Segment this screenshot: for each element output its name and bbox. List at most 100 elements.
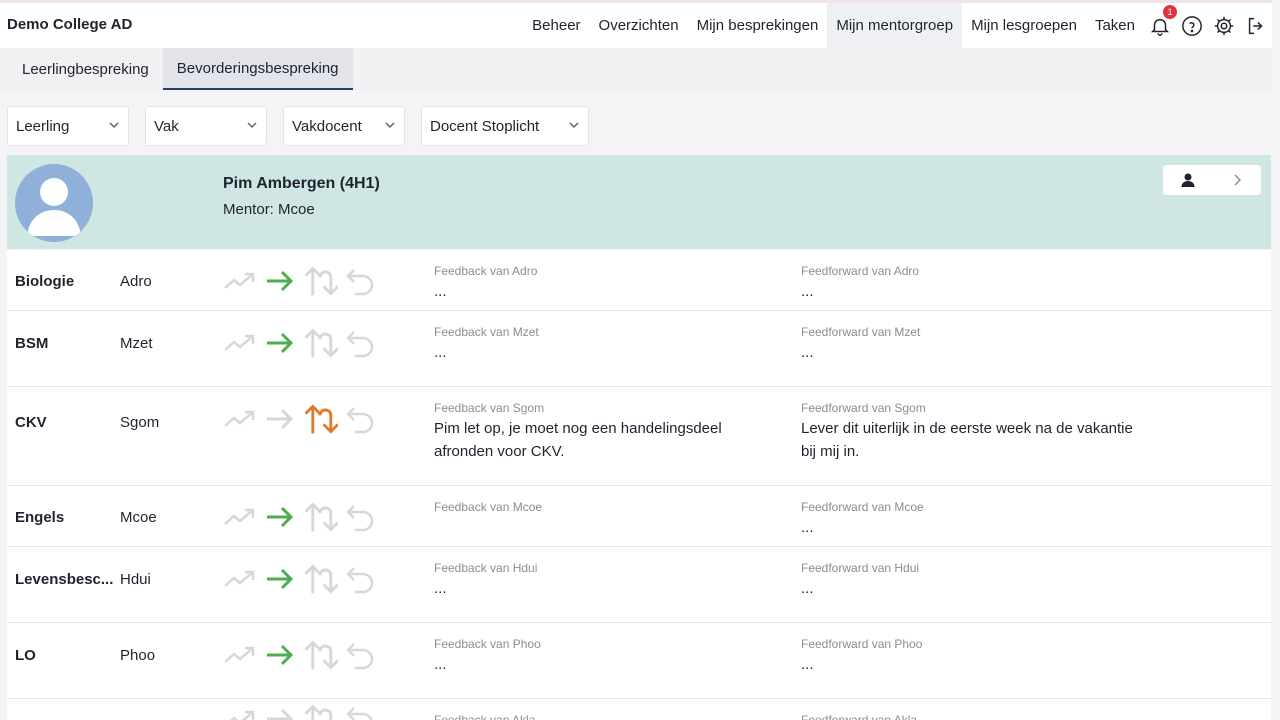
tab-bar: Leerlingbespreking Bevorderingsbesprekin… — [0, 48, 1272, 90]
trend-up-icon[interactable] — [222, 637, 258, 673]
feedforward-label: Feedforward van Akla — [801, 713, 918, 720]
filter-label: Vakdocent — [292, 117, 362, 135]
teacher-name: Mcoe — [120, 509, 157, 526]
teacher-name: Adro — [120, 273, 152, 290]
subject-name: CKV — [15, 414, 47, 431]
trend-up-icon[interactable] — [222, 263, 258, 299]
chevron-down-icon — [384, 118, 396, 135]
arrow-right-icon[interactable] — [262, 401, 298, 437]
nav-mijn-mentorgroep[interactable]: Mijn mentorgroep — [827, 3, 963, 48]
filter-vakdocent[interactable]: Vakdocent — [283, 106, 405, 146]
feedforward-label: Feedforward van Mzet — [801, 325, 921, 339]
undo-icon[interactable] — [342, 637, 378, 673]
subject-name: BSM — [15, 335, 49, 352]
teacher-name: Hdui — [120, 571, 151, 588]
nav-taken[interactable]: Taken — [1086, 3, 1144, 48]
filter-bar: Leerling Vak Vakdocent Docent Stoplicht — [7, 106, 589, 146]
up-down-arrows-icon[interactable] — [302, 499, 338, 535]
logout-button[interactable] — [1240, 3, 1272, 48]
nav-mijn-besprekingen[interactable]: Mijn besprekingen — [688, 3, 828, 48]
nav-mijn-lesgroepen[interactable]: Mijn lesgroepen — [962, 3, 1086, 48]
table-row: Feedback van Akla Feedforward van Akla — [7, 699, 1271, 720]
feedforward-label: Feedforward van Mcoe — [801, 500, 924, 514]
feedback-text: ... — [434, 580, 447, 597]
filter-label: Leerling — [16, 117, 70, 135]
feedforward-text: Lever dit uiterlijk in de eerste week na… — [801, 420, 1133, 460]
undo-icon[interactable] — [342, 401, 378, 437]
up-down-arrows-icon[interactable] — [302, 325, 338, 361]
arrow-right-icon[interactable] — [262, 701, 298, 720]
up-down-arrows-icon[interactable] — [302, 561, 338, 597]
arrow-right-icon[interactable] — [262, 325, 298, 361]
student-mentor: Mentor: Mcoe — [223, 201, 315, 218]
feedback-text: ... — [434, 656, 447, 673]
up-down-arrows-icon[interactable] — [302, 263, 338, 299]
status-icons — [222, 637, 378, 673]
chevron-down-icon — [108, 118, 120, 135]
chevron-right-icon — [1234, 174, 1241, 186]
chevron-down-icon — [568, 118, 580, 135]
feedforward-text: ... — [801, 344, 814, 361]
subject-list: Biologie Adro Feedback van Adro ... Feed… — [7, 250, 1271, 720]
up-down-arrows-icon[interactable] — [302, 701, 338, 720]
status-icons — [222, 401, 378, 437]
filter-docent-stoplicht[interactable]: Docent Stoplicht — [421, 106, 589, 146]
subject-name: Biologie — [15, 273, 75, 290]
trend-up-icon[interactable] — [222, 499, 258, 535]
feedforward-label: Feedforward van Adro — [801, 264, 920, 278]
table-row: Engels Mcoe Feedback van Mcoe Feedforwar… — [7, 486, 1271, 547]
settings-button[interactable] — [1208, 3, 1240, 48]
arrow-right-icon[interactable] — [262, 263, 298, 299]
filter-vak[interactable]: Vak — [145, 106, 267, 146]
undo-icon[interactable] — [342, 263, 378, 299]
undo-icon[interactable] — [342, 325, 378, 361]
tab-leerlingbespreking[interactable]: Leerlingbespreking — [8, 48, 163, 90]
undo-icon[interactable] — [342, 561, 378, 597]
feedback-label: Feedback van Phoo — [434, 637, 541, 651]
student-profile-button[interactable] — [1163, 165, 1261, 195]
trend-up-icon[interactable] — [222, 325, 258, 361]
trend-up-icon[interactable] — [222, 561, 258, 597]
status-icons — [222, 325, 378, 361]
scrollbar[interactable] — [1272, 0, 1280, 720]
table-row: CKV Sgom Feedback van Sgom Pim let op, j… — [7, 387, 1271, 486]
trend-up-icon[interactable] — [222, 701, 258, 720]
feedforward-label: Feedforward van Hdui — [801, 561, 920, 575]
feedback-label: Feedback van Mcoe — [434, 500, 543, 514]
avatar — [15, 164, 93, 242]
table-row: BSM Mzet Feedback van Mzet ... Feedforwa… — [7, 311, 1271, 387]
feedback-label: Feedback van Akla — [434, 713, 536, 720]
filter-label: Vak — [154, 117, 179, 135]
feedback-label: Feedback van Mzet — [434, 325, 539, 339]
feedback-text: ... — [434, 283, 447, 300]
help-button[interactable] — [1176, 3, 1208, 48]
up-down-arrows-icon[interactable] — [302, 637, 338, 673]
arrow-right-icon[interactable] — [262, 561, 298, 597]
arrow-right-icon[interactable] — [262, 637, 298, 673]
status-icons — [222, 263, 378, 299]
undo-icon[interactable] — [342, 701, 378, 720]
feedforward-label: Feedforward van Sgom — [801, 401, 926, 415]
feedback-text: Pim let op, je moet nog een handelingsde… — [434, 420, 722, 460]
arrow-right-icon[interactable] — [262, 499, 298, 535]
subject-name: Levensbesc... — [15, 571, 114, 588]
app-title: Demo College AD — [7, 16, 133, 33]
tab-bevorderingsbespreking[interactable]: Bevorderingsbespreking — [162, 48, 353, 90]
feedback-label: Feedback van Hdui — [434, 561, 538, 575]
status-icons — [222, 499, 378, 535]
top-bar: Demo College AD Beheer Overzichten Mijn … — [0, 0, 1272, 48]
table-row: Levensbesc... Hdui Feedback van Hdui ...… — [7, 547, 1271, 623]
undo-icon[interactable] — [342, 499, 378, 535]
student-card: Pim Ambergen (4H1) Mentor: Mcoe — [7, 155, 1271, 249]
notifications-button[interactable]: 1 — [1144, 3, 1177, 48]
nav-beheer[interactable]: Beheer — [523, 3, 589, 48]
chevron-down-icon — [246, 118, 258, 135]
feedback-text: ... — [434, 344, 447, 361]
up-down-arrows-icon[interactable] — [302, 401, 338, 437]
teacher-name: Phoo — [120, 647, 156, 664]
filter-leerling[interactable]: Leerling — [7, 106, 129, 146]
trend-up-icon[interactable] — [222, 401, 258, 437]
notification-badge: 1 — [1163, 5, 1177, 19]
nav-overzichten[interactable]: Overzichten — [590, 3, 688, 48]
student-name: Pim Ambergen (4H1) — [223, 175, 380, 192]
